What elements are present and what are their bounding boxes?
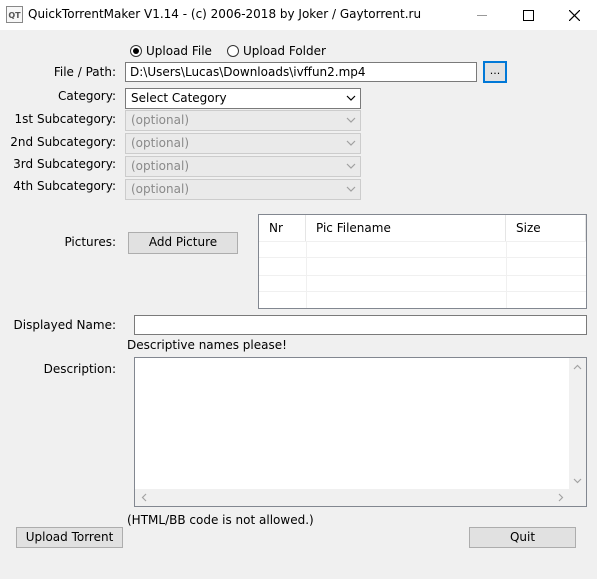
subcategory-2-value: (optional): [131, 136, 189, 150]
grid-line: [506, 241, 507, 308]
minimize-button[interactable]: [459, 0, 505, 30]
chevron-down-icon: [346, 186, 356, 192]
subcategory-2-select[interactable]: (optional): [125, 133, 361, 154]
grid-line: [306, 241, 307, 308]
app-icon: QT: [6, 6, 23, 23]
upload-file-radio[interactable]: [130, 45, 142, 57]
chevron-down-icon: [346, 95, 356, 101]
subcategory-3-value: (optional): [131, 159, 189, 173]
path-input[interactable]: D:\Users\Lucas\Downloads\ivffun2.mp4: [125, 62, 477, 82]
svg-text:QT: QT: [8, 11, 21, 20]
minimize-icon: [477, 15, 487, 16]
scrollbar-corner: [569, 489, 586, 506]
grid-line: [259, 275, 586, 276]
quit-button[interactable]: Quit: [469, 527, 576, 548]
grid-line: [259, 257, 586, 258]
subcategory-3-select[interactable]: (optional): [125, 156, 361, 177]
subcategory-2-label: 2nd Subcategory:: [10, 135, 116, 149]
grid-line: [259, 291, 586, 292]
close-button[interactable]: [551, 0, 597, 30]
description-textarea[interactable]: [134, 357, 587, 507]
category-label: Category:: [58, 89, 116, 103]
column-header-filename[interactable]: Pic Filename: [306, 215, 506, 241]
subcategory-4-value: (optional): [131, 182, 189, 196]
subcategory-1-label: 1st Subcategory:: [14, 112, 116, 126]
description-hint: (HTML/BB code is not allowed.): [127, 513, 314, 527]
displayed-name-label: Displayed Name:: [13, 318, 117, 332]
scroll-down-icon[interactable]: [569, 472, 586, 489]
horizontal-scrollbar[interactable]: [135, 489, 569, 506]
category-value: Select Category: [131, 91, 227, 105]
upload-torrent-button[interactable]: Upload Torrent: [16, 527, 123, 548]
column-header-size[interactable]: Size: [506, 215, 586, 241]
window-title: QuickTorrentMaker V1.14 - (c) 2006-2018 …: [28, 7, 422, 21]
chevron-down-icon: [346, 117, 356, 123]
category-select[interactable]: Select Category: [125, 88, 361, 109]
pictures-label: Pictures:: [64, 235, 116, 249]
upload-folder-radio[interactable]: [227, 45, 239, 57]
upload-folder-label[interactable]: Upload Folder: [243, 44, 326, 58]
scroll-left-icon[interactable]: [135, 489, 152, 506]
grid-line: [259, 241, 586, 242]
subcategory-3-label: 3rd Subcategory:: [13, 157, 116, 171]
path-label: File / Path:: [53, 65, 116, 79]
add-picture-button[interactable]: Add Picture: [128, 232, 238, 254]
subcategory-1-value: (optional): [131, 113, 189, 127]
displayed-name-hint: Descriptive names please!: [127, 338, 287, 352]
subcategory-4-select[interactable]: (optional): [125, 179, 361, 200]
scroll-right-icon[interactable]: [552, 489, 569, 506]
scroll-up-icon[interactable]: [569, 358, 586, 375]
vertical-scrollbar[interactable]: [569, 358, 586, 489]
pictures-list[interactable]: Nr Pic Filename Size: [258, 214, 587, 309]
displayed-name-input[interactable]: [134, 315, 587, 335]
close-icon: [568, 9, 580, 21]
browse-button[interactable]: ...: [483, 61, 507, 83]
maximize-icon: [522, 9, 534, 21]
subcategory-1-select[interactable]: (optional): [125, 110, 361, 131]
maximize-button[interactable]: [505, 0, 551, 30]
description-label: Description:: [43, 362, 116, 376]
column-header-nr[interactable]: Nr: [259, 215, 306, 241]
upload-file-label[interactable]: Upload File: [146, 44, 212, 58]
chevron-down-icon: [346, 140, 356, 146]
subcategory-4-label: 4th Subcategory:: [13, 179, 116, 193]
chevron-down-icon: [346, 163, 356, 169]
